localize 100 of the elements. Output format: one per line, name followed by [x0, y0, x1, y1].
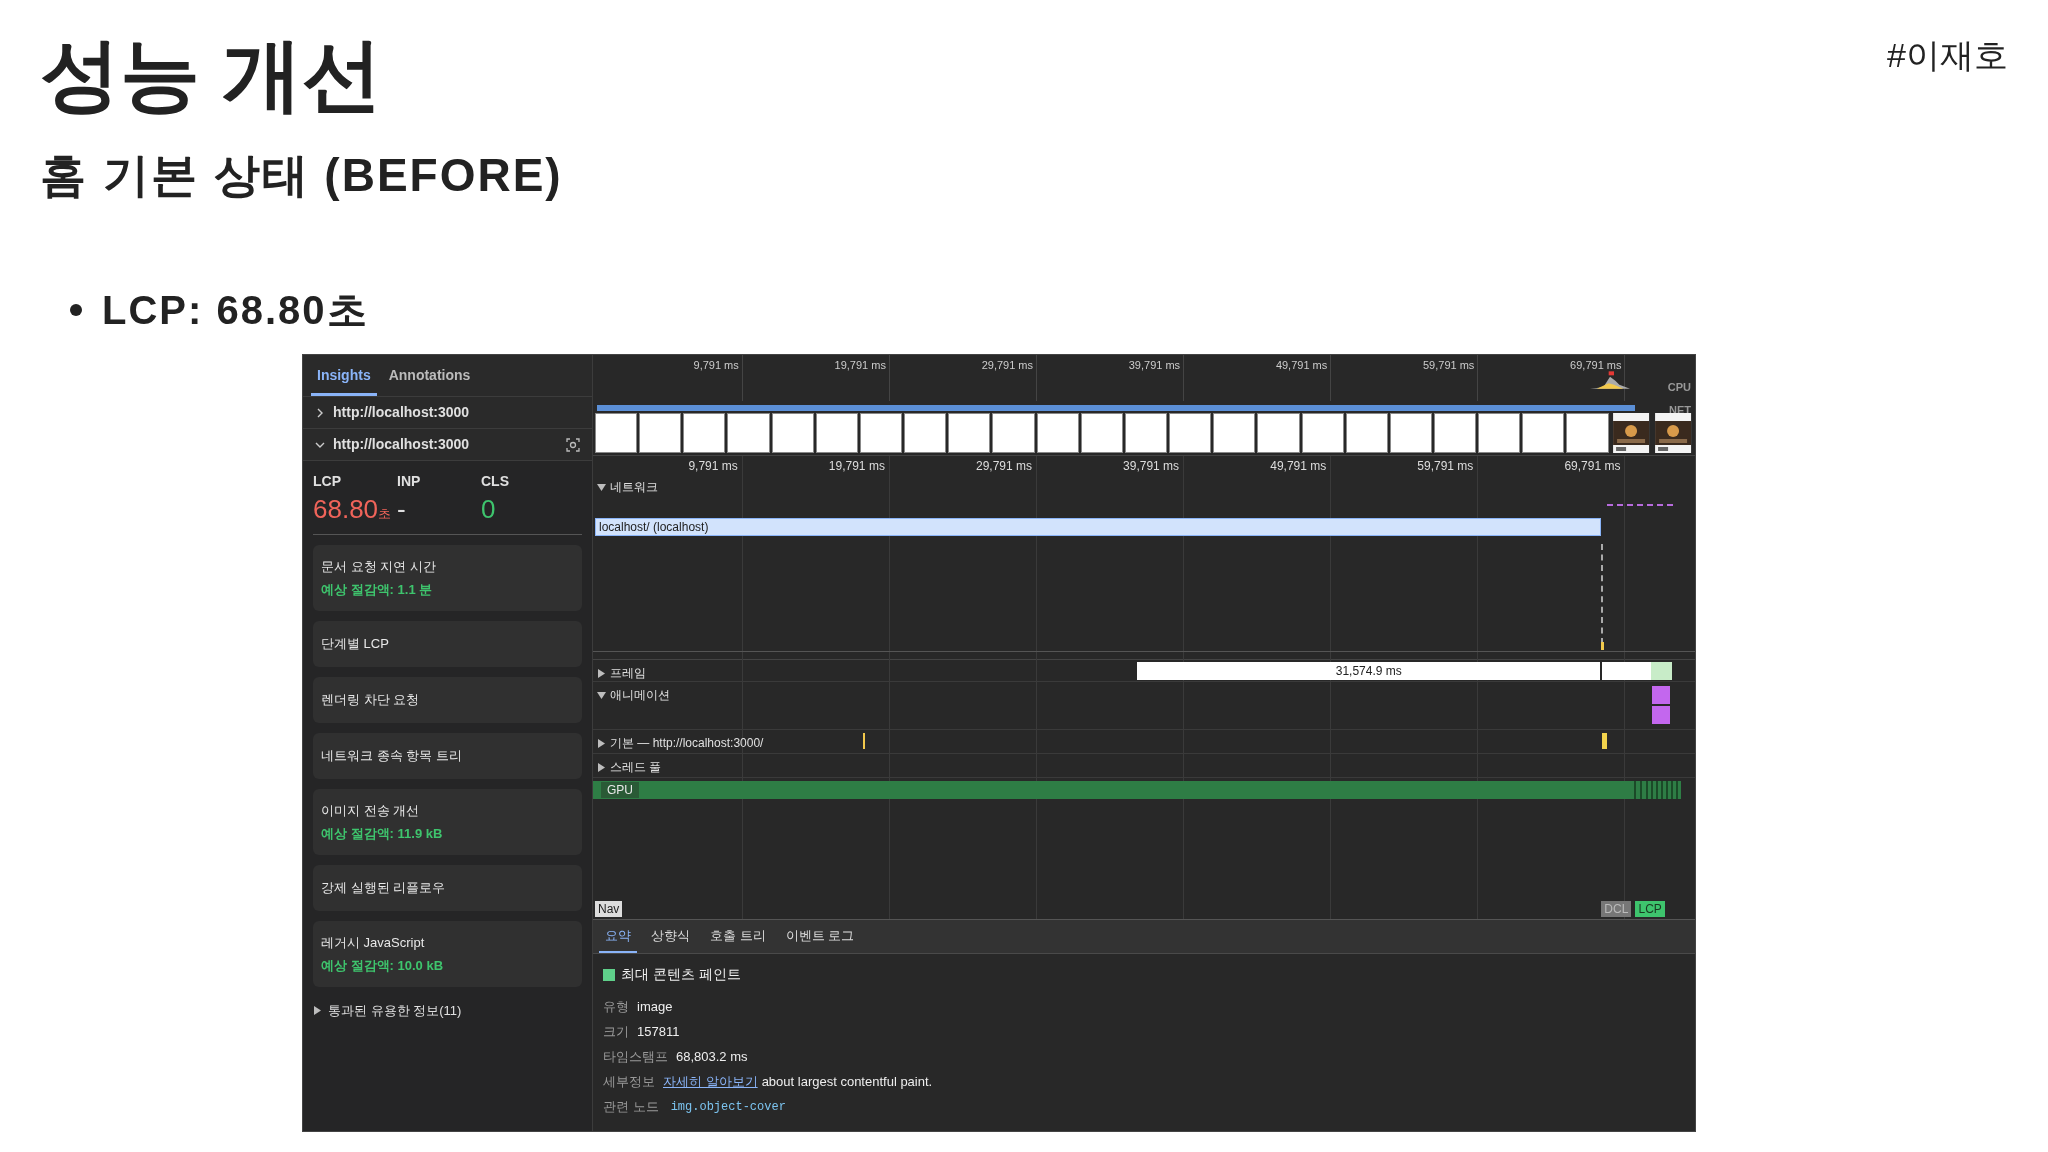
insight-card[interactable]: 단계별 LCP — [313, 621, 582, 667]
field-value: image — [637, 997, 673, 1016]
timeline-marker[interactable]: LCP — [1635, 901, 1665, 917]
tick-label: 59,791 ms — [1417, 458, 1474, 475]
network-request-bar[interactable]: localhost/ (localhost) — [595, 518, 1602, 536]
filmstrip-frame — [639, 413, 682, 453]
insight-savings: 예상 절감액: 11.9 kB — [321, 825, 444, 843]
insight-card[interactable]: 강제 실행된 리플로우 — [313, 865, 582, 911]
track-label[interactable]: 스레드 풀 — [610, 758, 662, 776]
filmstrip-frame — [1213, 413, 1256, 453]
insight-savings: 예상 절감액: 1.1 분 — [321, 581, 434, 599]
trace-url[interactable]: http://localhost:3000 — [333, 402, 470, 423]
field-label: 관련 노드 — [603, 1097, 659, 1116]
frame-bar[interactable]: 31,574.9 ms — [1137, 662, 1601, 680]
insight-card[interactable]: 네트워크 종속 항목 트리 — [313, 733, 582, 779]
timeline-marker[interactable]: Nav — [595, 901, 623, 917]
filmstrip-frame — [1345, 413, 1388, 453]
insight-card[interactable]: 이미지 전송 개선 예상 절감액: 11.9 kB — [313, 789, 582, 855]
slide-title: 성능 개선 — [40, 30, 383, 120]
tick-label: 9,791 ms — [693, 358, 739, 373]
filmstrip-frame — [948, 413, 991, 453]
details-tab[interactable]: 상향식 — [645, 921, 696, 953]
filmstrip-frame — [1433, 413, 1477, 453]
insight-card[interactable]: 렌더링 차단 요청 — [313, 677, 582, 723]
insight-card[interactable]: 레거시 JavaScript 예상 절감액: 10.0 kB — [313, 921, 582, 987]
track-label[interactable]: 애니메이션 — [610, 686, 670, 704]
tick-label: 69,791 ms — [1564, 458, 1621, 475]
insight-title: 문서 요청 지연 시간 — [321, 557, 437, 576]
field-label: 유형 — [603, 997, 629, 1016]
filmstrip-frame — [1036, 413, 1079, 453]
track-label[interactable]: 프레임 — [610, 664, 646, 682]
filmstrip-frame — [815, 413, 858, 453]
trace-url[interactable]: http://localhost:3000 — [333, 434, 470, 455]
field-value: 157811 — [637, 1022, 680, 1041]
insight-title: 레거시 JavaScript — [321, 933, 426, 952]
track-label[interactable]: 네트워크 — [610, 478, 658, 496]
animation-block[interactable] — [1652, 686, 1670, 704]
event-mark — [1601, 642, 1605, 650]
details-tab[interactable]: 요약 — [599, 921, 637, 953]
node-link[interactable]: img.object-cover — [670, 1097, 786, 1116]
filmstrip-frame — [683, 413, 726, 453]
insight-card[interactable]: 문서 요청 지연 시간 예상 절감액: 1.1 분 — [313, 545, 582, 611]
details-tab[interactable]: 이벤트 로그 — [779, 921, 861, 953]
metric-value: - — [397, 493, 406, 526]
request-timing-line — [1606, 504, 1673, 506]
trace-row[interactable]: http://localhost:3000 — [303, 429, 592, 461]
tick-label: 49,791 ms — [1270, 458, 1327, 475]
filmstrip-frame — [1169, 413, 1212, 453]
insight-title: 이미지 전송 개선 — [321, 801, 421, 820]
field-label: 크기 — [603, 1022, 629, 1041]
filmstrip-frame — [1478, 413, 1521, 453]
capture-icon — [566, 437, 580, 452]
insight-title: 네트워크 종속 항목 트리 — [321, 747, 463, 766]
filmstrip-frame — [859, 413, 903, 453]
insight-title: 렌더링 차단 요청 — [321, 691, 421, 710]
filmstrip-frame — [992, 413, 1035, 453]
frame-bar-segment[interactable] — [1602, 662, 1651, 680]
filmstrip-frame — [1522, 413, 1565, 453]
task-mark[interactable] — [1602, 733, 1608, 749]
frame-bar-segment[interactable] — [1650, 662, 1672, 680]
sidebar-tab[interactable]: Annotations — [382, 358, 477, 396]
learn-more-link[interactable]: 자세히 알아보기 — [663, 1071, 758, 1092]
track-label: GPU — [601, 782, 639, 798]
metric-label: LCP — [313, 472, 342, 491]
filmstrip-frame — [1257, 413, 1300, 453]
metric-value: 0 — [481, 493, 496, 526]
tick-label: 49,791 ms — [1275, 358, 1328, 373]
overview-label: CPU — [1667, 380, 1691, 395]
metric-label: CLS — [481, 472, 510, 491]
passed-insights-toggle[interactable]: 통과된 유용한 정보(11) — [328, 1001, 462, 1021]
trace-row[interactable]: http://localhost:3000 — [303, 397, 592, 429]
filmstrip-frame — [1566, 413, 1609, 453]
tick-label: 69,791 ms — [1570, 358, 1622, 373]
filmstrip-frame — [771, 413, 814, 453]
animation-block[interactable] — [1652, 706, 1670, 724]
slide-subtitle: 홈 기본 상태 (BEFORE) — [40, 148, 564, 203]
insight-savings: 예상 절감액: 10.0 kB — [321, 957, 445, 975]
metric-label: INP — [397, 472, 422, 491]
field-label: 타임스탬프 — [603, 1047, 668, 1066]
tick-label: 9,791 ms — [688, 458, 738, 475]
metric-unit: 초 — [378, 505, 392, 523]
filmstrip-frame — [904, 413, 947, 453]
filmstrip-frame — [1124, 413, 1168, 453]
insight-title: 강제 실행된 리플로우 — [321, 879, 447, 898]
details-tab[interactable]: 호출 트리 — [704, 921, 772, 953]
gpu-activity-bar[interactable]: GPU — [593, 781, 1681, 799]
insight-title: 단계별 LCP — [321, 635, 390, 654]
filmstrip-frame — [1301, 413, 1344, 453]
author-tag: #이재호 — [1887, 30, 2008, 80]
tick-label: 29,791 ms — [975, 458, 1032, 475]
tick-label: 19,791 ms — [828, 458, 885, 475]
track-label[interactable]: 기본 — http://localhost:3000/ — [610, 734, 764, 752]
tick-label: 29,791 ms — [981, 358, 1033, 373]
filmstrip-frame — [1389, 413, 1432, 453]
bullet-text: LCP: 68.80초 — [102, 287, 369, 334]
filmstrip-frame — [727, 413, 770, 453]
tick-label: 59,791 ms — [1423, 358, 1475, 373]
metric-value: 68.80 — [313, 493, 379, 526]
tick-label: 19,791 ms — [834, 358, 886, 373]
filmstrip-frame — [595, 413, 638, 453]
